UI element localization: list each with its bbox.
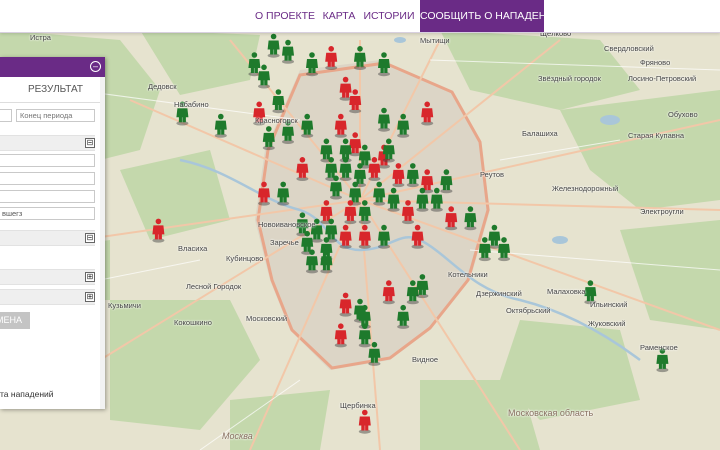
map-label: Реутов xyxy=(480,170,505,179)
victim-field[interactable]: вшегз xyxy=(0,207,95,220)
map-canvas[interactable] xyxy=(0,0,720,450)
map-label: Фряново xyxy=(640,58,671,67)
filter-field[interactable] xyxy=(0,190,95,203)
panel-header: – xyxy=(0,57,105,77)
filter-panel: – РЕЗУЛЬТАТ ⊟ вшегз ⊟ ⊞ ⊞ МЕНА та нападе… xyxy=(0,57,105,409)
filter-field[interactable] xyxy=(0,154,95,167)
apply-filter-button[interactable]: МЕНА xyxy=(0,312,30,329)
map-label: Железнодорожный xyxy=(552,184,619,193)
panel-footer-text: та нападений xyxy=(0,389,54,399)
apply-button-label: МЕНА xyxy=(0,315,22,325)
map-label: Красногорск xyxy=(255,116,298,125)
tab-divider xyxy=(0,102,105,103)
map-label: Власиха xyxy=(178,244,208,253)
nav-report-attack[interactable]: СООБЩИТЬ О НАПАДЕНИИ xyxy=(420,0,561,32)
period-end-field[interactable] xyxy=(16,109,95,122)
map-label: Московская область xyxy=(508,408,594,418)
map-label: Лосино-Петровский xyxy=(628,74,697,83)
map-label: Дедовск xyxy=(148,82,177,91)
section-header: ⊞ xyxy=(0,269,95,285)
nav-stories[interactable]: ИСТОРИИ xyxy=(362,0,416,32)
tab-result[interactable]: РЕЗУЛЬТАТ xyxy=(28,84,83,95)
map-label: Жуковский xyxy=(588,319,626,328)
map-label: Октябрьский xyxy=(506,306,551,315)
map-label: Кокошкино xyxy=(174,318,212,327)
section-header: ⊟ xyxy=(0,135,95,151)
map-label: Балашиха xyxy=(522,129,558,138)
map-label: Обухово xyxy=(668,110,698,119)
map-label: Звёздный городок xyxy=(538,74,601,83)
expand-icon[interactable]: ⊞ xyxy=(85,272,95,282)
filter-field[interactable] xyxy=(0,172,95,185)
map-label: Московский xyxy=(246,314,288,323)
map-label: Москва xyxy=(222,431,253,441)
section-header: ⊟ xyxy=(0,230,95,246)
collapse-icon[interactable]: ⊟ xyxy=(85,233,95,243)
map-label: Новоивановское xyxy=(258,220,316,229)
panel-scrollbar[interactable] xyxy=(100,77,105,409)
map-label: Электроугли xyxy=(640,207,684,216)
top-navigation: О ПРОЕКТЕ КАРТА ИСТОРИИ СООБЩИТЬ О НАПАД… xyxy=(0,0,720,33)
map-label: Видное xyxy=(412,355,439,364)
nav-map[interactable]: КАРТА xyxy=(319,0,359,32)
map-label: Истра xyxy=(30,33,51,42)
map-label: Дзержинский xyxy=(476,289,522,298)
map-label: Раменское xyxy=(640,343,678,352)
map-label: Заречье xyxy=(270,238,299,247)
map-label: Малаховка xyxy=(547,287,586,296)
map-label: Щербинка xyxy=(340,401,376,410)
map-label: Старая Купавна xyxy=(628,131,685,140)
expand-icon[interactable]: ⊞ xyxy=(85,292,95,302)
map-label: Кубинцово xyxy=(226,254,264,263)
map-label: Набабино xyxy=(174,100,209,109)
collapse-icon[interactable]: ⊟ xyxy=(85,138,95,148)
map-label: Свердловский xyxy=(604,44,654,53)
map-label: Котельники xyxy=(448,270,488,279)
close-circle-icon[interactable]: – xyxy=(90,61,101,72)
section-header: ⊞ xyxy=(0,289,95,305)
period-start-field[interactable] xyxy=(0,109,12,122)
map-label: Лесной Городок xyxy=(186,282,242,291)
map-label: Ильинский xyxy=(590,300,628,309)
nav-about[interactable]: О ПРОЕКТЕ xyxy=(254,0,316,32)
map-label: Мытищи xyxy=(420,36,450,45)
map-label: Кузьмичи xyxy=(108,301,141,310)
